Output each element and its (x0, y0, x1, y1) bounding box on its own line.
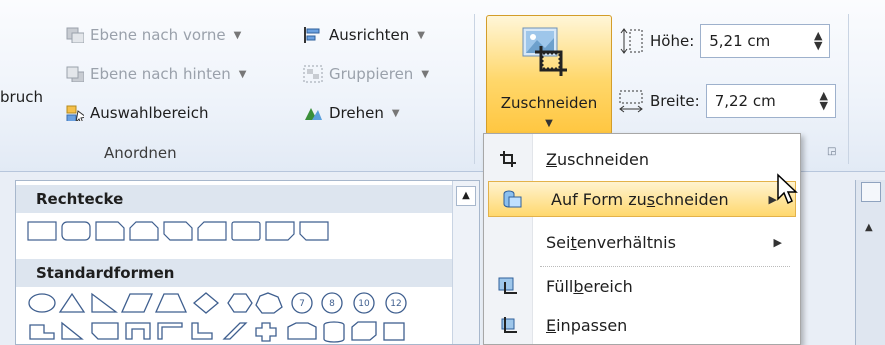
height-row: Höhe: 5,21 cm ▲ ▼ (618, 24, 831, 58)
dialog-launcher-icon[interactable]: ◲ (827, 146, 836, 157)
panel-icon[interactable] (861, 182, 881, 202)
right-panel-edge: ▲ (855, 180, 885, 345)
send-backward-button[interactable]: Ebene nach hinten ▼ (66, 65, 246, 83)
crop-icon (522, 27, 567, 76)
align-button[interactable]: Ausrichten ▼ (303, 26, 425, 44)
menu-item-crop-to-shape[interactable]: Auf Form zuschneiden ▶ (488, 181, 796, 217)
scroll-up-icon[interactable]: ▲ (456, 186, 476, 206)
gallery-scrollbar[interactable]: ▲ (452, 181, 479, 344)
submenu-arrow-icon: ▶ (773, 235, 782, 249)
crop-menu: Zuschneiden Auf Form zuschneiden ▶ Seite… (483, 133, 801, 345)
crop-button-label: Zuschneiden (500, 94, 598, 112)
align-icon (304, 27, 320, 43)
group-separator (848, 14, 849, 164)
width-row: Breite: 7,22 cm ▲ ▼ (618, 84, 836, 118)
selection-pane-icon (66, 105, 84, 121)
crop-icon (500, 151, 516, 167)
rotate-icon (305, 108, 322, 120)
badge-10: 10 (358, 299, 370, 309)
selection-pane-button[interactable]: Auswahlbereich (66, 104, 208, 122)
group-icon (303, 65, 323, 83)
chevron-down-icon: ▼ (417, 29, 425, 41)
ribbon-cut-label: bruch (0, 88, 43, 106)
basic-shapes-grid[interactable]: 7 8 10 12 (26, 291, 456, 345)
spin-arrows-icon[interactable]: ▲ ▼ (807, 30, 829, 51)
shape-width-icon (619, 90, 643, 113)
group-separator (474, 14, 475, 164)
menu-item-fill[interactable]: Füllbereich (484, 268, 800, 304)
send-backward-icon (66, 66, 84, 82)
shape-height-icon (620, 28, 643, 54)
bring-forward-icon (66, 27, 84, 43)
height-spinbox[interactable]: 5,21 cm ▲ ▼ (700, 24, 831, 58)
width-value[interactable]: 7,22 cm (715, 92, 776, 110)
rotate-button[interactable]: Drehen ▼ (303, 104, 400, 122)
fit-icon (501, 317, 517, 333)
chevron-down-icon: ▼ (233, 29, 242, 41)
width-spinbox[interactable]: 7,22 cm ▲ ▼ (705, 84, 836, 118)
badge-8: 8 (329, 299, 335, 309)
shapes-gallery: Rechtecke Standardformen 7 8 10 12 ▲ (15, 180, 480, 345)
gallery-header-rectangles: Rechtecke (16, 185, 452, 213)
fill-icon (498, 277, 517, 294)
chevron-down-icon: ▼ (421, 68, 430, 80)
height-value[interactable]: 5,21 cm (709, 32, 770, 50)
spin-arrows-icon[interactable]: ▲ ▼ (813, 90, 835, 111)
crop-button[interactable]: Zuschneiden ▼ (486, 15, 612, 135)
rectangle-shapes-row[interactable] (26, 219, 356, 243)
chevron-down-icon: ▼ (545, 118, 553, 129)
menu-item-aspect-ratio[interactable]: Seitenverhältnis ▶ (484, 224, 800, 260)
height-label: Höhe: (650, 32, 695, 50)
badge-7: 7 (299, 299, 305, 309)
menu-item-fit[interactable]: Einpassen (484, 307, 800, 343)
menu-divider (540, 266, 790, 267)
gallery-header-basic-shapes: Standardformen (16, 259, 452, 287)
mouse-cursor-icon (777, 173, 798, 205)
badge-12: 12 (390, 299, 401, 309)
group-button[interactable]: Gruppieren ▼ (303, 65, 429, 83)
group-label-anordnen: Anordnen (104, 144, 177, 162)
crop-to-shape-icon (503, 190, 522, 208)
bring-forward-button[interactable]: Ebene nach vorne ▼ (66, 26, 241, 44)
chevron-down-icon: ▼ (391, 107, 400, 119)
scroll-up-icon[interactable]: ▲ (865, 222, 873, 233)
menu-item-crop[interactable]: Zuschneiden (484, 141, 800, 177)
chevron-down-icon: ▼ (238, 68, 247, 80)
width-label: Breite: (650, 92, 700, 110)
